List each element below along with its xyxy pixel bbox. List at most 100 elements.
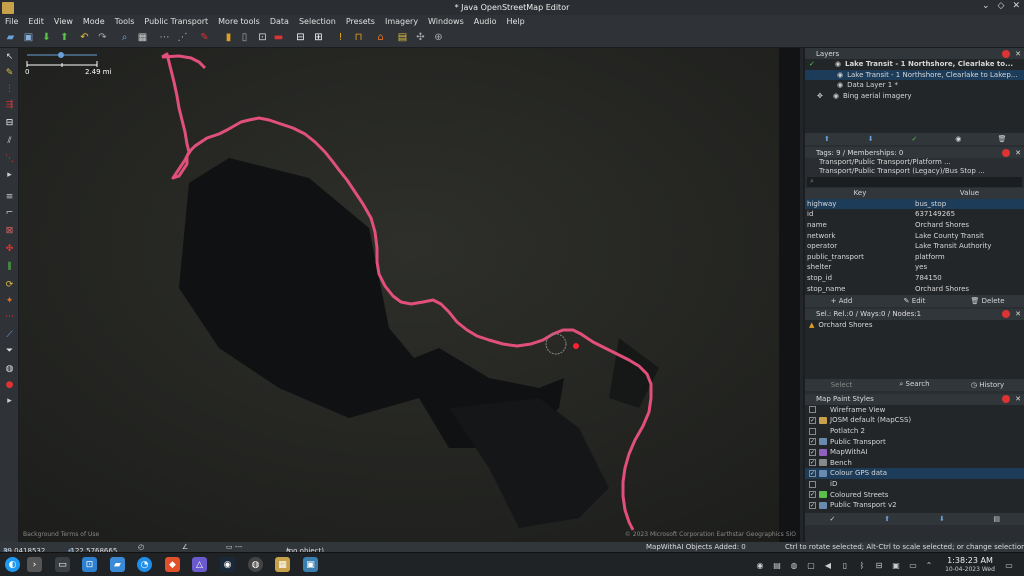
show-desktop-icon[interactable]: › [27,557,42,572]
bus-stop-icon[interactable]: ▮ [222,31,235,44]
styles-stop-icon[interactable] [1002,395,1010,404]
table-row[interactable]: stop_name Orchard Shores [805,283,1024,294]
menu-presets[interactable]: Presets [341,17,380,26]
draw-icon[interactable]: ✎ [198,31,211,44]
zoom-icon[interactable]: ⌕ [118,31,131,44]
bus-icon[interactable]: ⊟ [294,31,307,44]
battery-icon[interactable]: ▯ [840,560,850,570]
value-column-header[interactable]: Value [913,189,1024,197]
shelter-icon[interactable]: ⌂ [374,31,387,44]
layer-visible-icon[interactable]: ◉ [835,60,841,68]
style-checkbox[interactable]: ✓ [809,448,816,456]
move-up-icon[interactable]: ⬆ [805,135,849,143]
trolleybus-icon[interactable]: ⊞ [312,31,325,44]
selection-close-icon[interactable]: ✕ [1015,310,1021,318]
josm-taskbar-icon[interactable]: ▦ [275,557,290,572]
style-checkbox[interactable]: ✓ [809,491,816,499]
style-settings-icon[interactable]: ▤ [969,515,1024,523]
toggle-list-icon[interactable]: ≡ [3,190,16,203]
list-item[interactable]: ✓ Coloured Streets [805,489,1024,500]
conflict-icon[interactable]: ✦ [3,294,16,307]
menu-public-transport[interactable]: Public Transport [139,17,213,26]
open-icon[interactable]: ▰ [4,31,17,44]
upload-icon[interactable]: ⬆ [58,31,71,44]
preferences-icon[interactable]: ▦ [136,31,149,44]
map-view[interactable]: 0 2.49 mi Background Terms of Use © 2023… [19,48,800,542]
list-item[interactable]: Wireframe View [805,405,1024,416]
list-item[interactable]: ✓ Bench [805,458,1024,469]
selection-stop-icon[interactable] [1002,310,1010,319]
tray-expand-icon[interactable]: ⌃ [924,560,934,570]
table-row[interactable]: stop_id 784150 [805,273,1024,284]
layer-visible-icon[interactable]: ◉ [833,92,839,100]
extrude-icon[interactable]: ⇶ [3,98,16,111]
disk-icon[interactable]: ◍ [248,557,263,572]
improve-way-icon[interactable]: ⋮ [3,82,16,95]
menu-audio[interactable]: Audio [469,17,502,26]
steam-icon[interactable]: ◉ [220,557,235,572]
aerial-map-canvas[interactable] [19,48,800,542]
stop-position-icon[interactable]: ⊡ [256,31,269,44]
download-icon[interactable]: ⬇ [40,31,53,44]
history-button[interactable]: ◷ History [951,381,1024,389]
table-row[interactable]: shelter yes [805,262,1024,273]
map-style-icon[interactable]: ⟋ [3,328,16,341]
delete-tag-button[interactable]: 🗑 Delete [951,297,1024,305]
clipboard-icon[interactable]: ▤ [772,560,782,570]
layer-item[interactable]: ✓ ◉ Lake Transit - 1 Northshore, Clearla… [805,59,1024,70]
layer-move-icon[interactable]: ✥ [817,92,823,100]
menu-help[interactable]: Help [502,17,530,26]
updates-icon[interactable]: ▣ [891,560,901,570]
menu-imagery[interactable]: Imagery [380,17,423,26]
layers-stop-icon[interactable] [1002,49,1010,58]
proton-icon[interactable]: △ [192,557,207,572]
parallel-icon[interactable]: ⫽ [3,134,16,147]
globe-icon[interactable]: ◍ [3,362,16,375]
style-down-icon[interactable]: ⬇ [915,515,970,523]
combine-way-icon[interactable]: ⋰ [176,31,189,44]
layers-close-icon[interactable]: ✕ [1015,50,1021,58]
menu-mode[interactable]: Mode [78,17,110,26]
file-manager-icon[interactable]: ▰ [110,557,125,572]
layer-item[interactable]: ◉ Lake Transit - 1 Northshore, Clearlake… [805,69,1024,80]
menu-tools[interactable]: Tools [110,17,140,26]
menu-edit[interactable]: Edit [23,17,49,26]
preset-line[interactable]: Transport/Public Transport (Legacy)/Bus … [805,167,1024,176]
menu-windows[interactable]: Windows [423,17,469,26]
move-down-icon[interactable]: ⬇ [849,135,893,143]
table-row[interactable]: network Lake County Transit [805,230,1024,241]
tags-stop-icon[interactable] [1002,148,1010,157]
platform-icon[interactable]: ▯ [238,31,251,44]
tool-icon[interactable]: ⊕ [432,31,445,44]
show-hide-icon[interactable]: ◉ [936,135,980,143]
relation-icon[interactable]: ⊠ [3,224,16,237]
style-checkbox[interactable]: ✓ [809,501,816,509]
layer-visible-icon[interactable]: ◉ [837,71,843,79]
bus-mode-icon[interactable]: ⊟ [3,116,16,129]
add-tag-button[interactable]: + Add [805,297,878,305]
refresh-icon[interactable]: ⟳ [3,278,16,291]
tag-search-box[interactable]: ⌕ [807,177,1022,187]
edit-tag-button[interactable]: ✎ Edit [878,297,951,305]
style-checkbox[interactable]: ✓ [809,438,816,446]
tray-app-icon[interactable]: ◍ [789,560,799,570]
table-row[interactable]: id 637149265 [805,209,1024,220]
notes-icon[interactable]: ● [3,378,16,391]
gps-icon[interactable]: ⋯ [3,310,16,323]
delete-layer-icon[interactable]: 🗑 [980,135,1024,143]
network-icon[interactable]: ⊟ [874,560,884,570]
bluetooth-icon[interactable]: ᛒ [857,560,867,570]
background-terms-link[interactable]: Background Terms of Use [23,531,99,538]
tray-window-icon[interactable]: ▢ [806,560,816,570]
table-row[interactable]: operator Lake Transit Authority [805,241,1024,252]
layer-item[interactable]: ✥ ◉ Bing aerial imagery [805,91,1024,102]
key-column-header[interactable]: Key [805,189,913,197]
redo-icon[interactable]: ↷ [96,31,109,44]
route-icon[interactable]: ▬ [272,31,285,44]
clock-time[interactable]: 1:38:23 AM [940,556,1000,565]
list-item[interactable]: ✓ Colour GPS data [805,468,1024,479]
activate-layer-icon[interactable]: ✓ [893,135,937,143]
expand-more-icon[interactable]: ▸ [3,394,16,407]
table-row[interactable]: name Orchard Shores [805,220,1024,231]
list-item[interactable]: Potlatch 2 [805,426,1024,437]
